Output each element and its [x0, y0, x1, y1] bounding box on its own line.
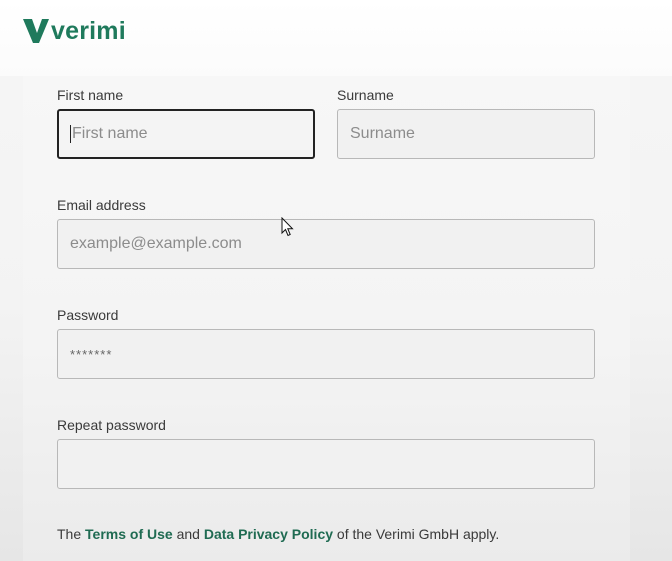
email-placeholder: example@example.com [70, 235, 242, 252]
verimi-logo[interactable]: verimi [23, 15, 126, 47]
first-name-placeholder: First name [72, 125, 148, 142]
password-value: ******* [70, 346, 113, 362]
mouse-pointer-icon [281, 217, 294, 237]
terms-and: and [172, 526, 204, 542]
surname-placeholder: Surname [350, 125, 415, 142]
email-input[interactable]: example@example.com [57, 219, 595, 269]
repeat-password-label: Repeat password [57, 417, 166, 433]
brand-name: verimi [51, 17, 126, 45]
terms-notice: The Terms of Use and Data Privacy Policy… [57, 526, 499, 542]
terms-suffix: of the Verimi GmbH apply. [333, 526, 500, 542]
header: verimi [0, 0, 672, 76]
first-name-input[interactable]: First name [57, 109, 315, 159]
password-input[interactable]: ******* [57, 329, 595, 379]
repeat-password-input[interactable] [57, 439, 595, 489]
verimi-v-logo-icon [23, 19, 49, 43]
surname-label: Surname [337, 87, 394, 103]
text-caret [70, 125, 71, 143]
password-label: Password [57, 307, 119, 323]
terms-of-use-link[interactable]: Terms of Use [85, 526, 173, 542]
terms-prefix: The [57, 526, 86, 542]
surname-input[interactable]: Surname [337, 109, 595, 159]
data-privacy-policy-link[interactable]: Data Privacy Policy [204, 526, 333, 542]
first-name-label: First name [57, 87, 124, 103]
email-label: Email address [57, 197, 146, 213]
